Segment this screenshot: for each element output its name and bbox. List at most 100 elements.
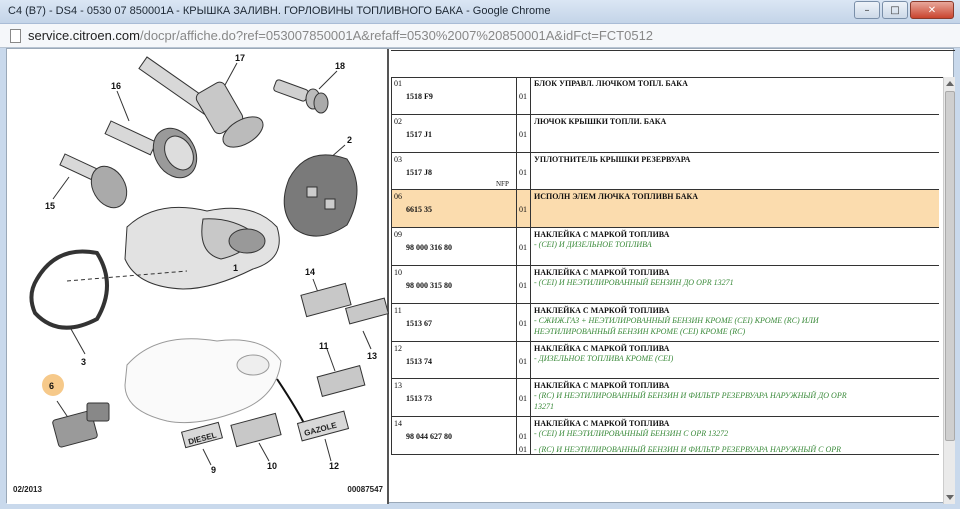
part-note: - СЖИЖ.ГАЗ + НЕЭТИЛИРОВАННЫЙ БЕНЗИН КРОМ… bbox=[534, 315, 819, 325]
window-titlebar: C4 (B7) - DS4 - 0530 07 850001A - КРЫШКА… bbox=[0, 0, 960, 24]
part-reference: 98 000 316 80 bbox=[406, 243, 452, 253]
window-title: C4 (B7) - DS4 - 0530 07 850001A - КРЫШКА… bbox=[8, 5, 551, 17]
part-number: 11 bbox=[394, 305, 402, 315]
url-text[interactable]: service.citroen.com/docpr/affiche.do?ref… bbox=[28, 28, 653, 43]
callout-16[interactable]: 16 bbox=[111, 81, 121, 91]
callout-15[interactable]: 15 bbox=[45, 201, 55, 211]
part-row[interactable]: 12 1513 74 01 НАКЛЕЙКА С МАРКОЙ ТОПЛИВА - ДИ… bbox=[391, 341, 939, 380]
part-6-actuator bbox=[52, 402, 110, 448]
part-quantity: 01 bbox=[519, 205, 527, 215]
diagram-code: 00087547 bbox=[347, 485, 383, 494]
part-quantity: 01 bbox=[519, 394, 527, 404]
part-description: ЛЮЧОК КРЫШКИ ТОПЛИ. БАКА bbox=[534, 117, 934, 126]
part-quantity: 01 bbox=[519, 167, 527, 177]
part-2-fuel-door bbox=[283, 154, 358, 237]
part-note: 13271 bbox=[534, 402, 554, 412]
minimize-button[interactable]: – bbox=[854, 1, 880, 19]
part-note: - (RC) И НЕЭТИЛИРОВАННЫЙ БЕНЗИН И ФИЛЬТР… bbox=[534, 391, 847, 401]
part-title: УПЛОТНИТЕЛЬ КРЫШКИ РЕЗЕРВУАРА bbox=[534, 154, 691, 164]
part-row[interactable]: 06 6615 35 01 ИСПОЛН ЭЛЕМ ЛЮЧКА ТОПЛИВН БАК… bbox=[391, 190, 939, 229]
page-icon bbox=[10, 29, 21, 43]
callout-14[interactable]: 14 bbox=[305, 267, 315, 277]
part-reference: 1517 J8 bbox=[406, 167, 432, 177]
callout-2[interactable]: 2 bbox=[347, 135, 352, 145]
part-description: НАКЛЕЙКА С МАРКОЙ ТОПЛИВА - (CEI) И ДИЗЕЛ… bbox=[534, 230, 934, 250]
part-description: НАКЛЕЙКА С МАРКОЙ ТОПЛИВА - (RC) И НЕЭТИЛ… bbox=[534, 381, 934, 412]
part-description: НАКЛЕЙКА С МАРКОЙ ТОПЛИВА - (CEI) И НЕЭТИ… bbox=[534, 268, 934, 288]
part-reference: 1513 73 bbox=[406, 394, 432, 404]
part-qty-cell: 01 bbox=[517, 190, 531, 228]
address-bar[interactable]: service.citroen.com/docpr/affiche.do?ref… bbox=[0, 24, 960, 48]
part-qty-cell: 01 bbox=[517, 77, 531, 114]
callout-13[interactable]: 13 bbox=[367, 351, 377, 361]
part-note-2: - (RC) И НЕЭТИЛИРОВАННЫЙ БЕНЗИН И ФИЛЬТР… bbox=[534, 445, 842, 455]
close-button[interactable]: ✕ bbox=[910, 1, 954, 19]
callout-18[interactable]: 18 bbox=[335, 61, 345, 71]
part-description: НАКЛЕЙКА С МАРКОЙ ТОПЛИВА - СЖИЖ.ГАЗ + НЕ… bbox=[534, 306, 934, 337]
parts-list-panel: 01 1518 F9 01 БЛОК УПРАВЛ. ЛЮЧКОМ ТОПЛ. БАК… bbox=[391, 49, 955, 504]
part-title: НАКЛЕЙКА С МАРКОЙ ТОПЛИВА bbox=[534, 343, 670, 353]
part-qty-cell: 01 bbox=[517, 379, 531, 417]
part-11-label bbox=[316, 365, 366, 397]
part-quantity: 01 bbox=[519, 243, 527, 253]
scroll-down-arrow-icon[interactable] bbox=[946, 495, 954, 500]
part-ref-cell: 12 1513 74 bbox=[391, 341, 517, 379]
parts-scrollbar[interactable] bbox=[943, 77, 955, 504]
part-number: 09 bbox=[394, 230, 402, 240]
url-host: service.citroen.com bbox=[28, 28, 140, 43]
part-note: - (CEI) И НЕЭТИЛИРОВАННЫЙ БЕНЗИН С OPR 1… bbox=[534, 429, 729, 439]
part-quantity: 01 bbox=[519, 92, 527, 101]
part-qty-cell: 01 bbox=[517, 228, 531, 265]
part-1-housing bbox=[124, 206, 280, 290]
callout-12[interactable]: 12 bbox=[329, 461, 339, 471]
exploded-view-drawing: 17 18 16 2 15 1 14 3 13 11 6 9 10 12 DIE… bbox=[29, 53, 389, 475]
part-note: НЕЭТИЛИРОВАННЫЙ БЕНЗИН КРОМЕ (CEI) КРОМЕ… bbox=[534, 326, 746, 336]
callout-9[interactable]: 9 bbox=[211, 465, 216, 475]
part-title: НАКЛЕЙКА С МАРКОЙ ТОПЛИВА bbox=[534, 419, 670, 429]
part-row[interactable]: 01 1518 F9 01 БЛОК УПРАВЛ. ЛЮЧКОМ ТОПЛ. БАК… bbox=[391, 77, 939, 115]
part-note: - (CEI) И ДИЗЕЛЬНОЕ ТОПЛИВА bbox=[534, 240, 652, 250]
part-title: ЛЮЧОК КРЫШКИ ТОПЛИ. БАКА bbox=[534, 116, 667, 126]
part-note: - (CEI) И НЕЭТИЛИРОВАННЫЙ БЕНЗИН ДО OPR … bbox=[534, 277, 734, 287]
scroll-up-arrow-icon[interactable] bbox=[946, 81, 954, 86]
callout-10[interactable]: 10 bbox=[267, 461, 277, 471]
part-number: 06 bbox=[394, 192, 402, 202]
callout-1[interactable]: 1 bbox=[233, 263, 238, 273]
part-row[interactable]: 13 1513 73 01 НАКЛЕЙКА С МАРКОЙ ТОПЛИВА - (R… bbox=[391, 379, 939, 418]
part-quantity: 01 bbox=[519, 129, 527, 139]
part-quantity: 01 bbox=[519, 432, 527, 442]
part-ref-cell: 13 1513 73 bbox=[391, 379, 517, 417]
part-13-label bbox=[344, 297, 389, 325]
callout-3[interactable]: 3 bbox=[81, 357, 86, 367]
part-description: НАКЛЕЙКА С МАРКОЙ ТОПЛИВА - ДИЗЕЛЬНОЕ ТОП… bbox=[534, 344, 934, 364]
part-number: 03 bbox=[394, 154, 402, 164]
scroll-thumb[interactable] bbox=[945, 91, 955, 441]
part-qty-cell: 01 bbox=[517, 265, 531, 303]
part-15-cap bbox=[59, 153, 128, 209]
callout-6[interactable]: 6 bbox=[49, 381, 54, 391]
part-row[interactable]: 09 98 000 316 80 01 НАКЛЕЙКА С МАРКОЙ ТОПЛИ… bbox=[391, 228, 939, 266]
part-row[interactable]: 10 98 000 315 80 01 НАКЛЕЙКА С МАРКОЙ ТОПЛИ… bbox=[391, 265, 939, 304]
part-number: 10 bbox=[394, 267, 402, 277]
part-nfp: NFP bbox=[496, 179, 509, 188]
part-1-housing-outline bbox=[124, 338, 282, 424]
part-14-label bbox=[300, 282, 352, 318]
part-description: БЛОК УПРАВЛ. ЛЮЧКОМ ТОПЛ. БАКА bbox=[534, 79, 934, 88]
part-10-label bbox=[230, 412, 282, 448]
part-row[interactable]: 14 98 044 627 80 01 01 НАКЛЕЙКА С МАРКОЙ ТОП… bbox=[391, 417, 939, 455]
maximize-button[interactable]: □ bbox=[882, 1, 908, 19]
part-ref-cell: 14 98 044 627 80 bbox=[391, 417, 517, 454]
part-row[interactable]: 11 1513 67 01 НАКЛЕЙКА С МАРКОЙ ТОПЛИВА - СЖ… bbox=[391, 303, 939, 342]
part-number: 12 bbox=[394, 343, 402, 353]
part-qty-cell: 01 01 bbox=[517, 417, 531, 454]
part-title: НАКЛЕЙКА С МАРКОЙ ТОПЛИВА bbox=[534, 230, 670, 240]
part-row[interactable]: 03 1517 J8 NFP 01 УПЛОТНИТЕЛЬ КРЫШКИ РЕЗЕРВУ… bbox=[391, 152, 939, 191]
callout-17[interactable]: 17 bbox=[235, 53, 245, 63]
callout-11[interactable]: 11 bbox=[319, 341, 329, 351]
part-reference: 1517 J1 bbox=[406, 129, 432, 139]
part-description: ИСПОЛН ЭЛЕМ ЛЮЧКА ТОПЛИВН БАКА bbox=[534, 192, 934, 201]
part-row[interactable]: 02 1517 J1 01 ЛЮЧОК КРЫШКИ ТОПЛИ. БАКА bbox=[391, 114, 939, 153]
parts-diagram[interactable]: 17 18 16 2 15 1 14 3 13 11 6 9 10 12 DIE… bbox=[7, 49, 389, 504]
part-qty-cell: 01 bbox=[517, 152, 531, 190]
part-qty-cell: 01 bbox=[517, 114, 531, 152]
